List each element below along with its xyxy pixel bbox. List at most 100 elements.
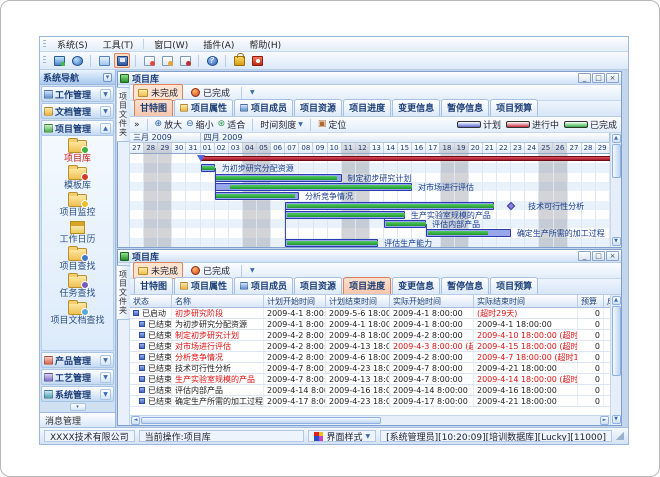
remote-computer-button[interactable]	[51, 53, 67, 68]
gantt-task-bar[interactable]	[285, 239, 378, 247]
sidebar-item-project-doc-find[interactable]: 项目文档查找	[42, 302, 113, 326]
filter-overflow-chevron-icon[interactable]: ▼	[250, 267, 255, 274]
pushpin-icon[interactable]: ▾	[103, 73, 112, 82]
tab-pause-info[interactable]: 暂停信息	[441, 277, 489, 294]
help-button[interactable]	[204, 53, 220, 68]
maximize-button[interactable]: □	[592, 73, 605, 83]
gantt-task-bar[interactable]	[285, 202, 494, 210]
doc-edit-button[interactable]	[159, 53, 175, 68]
sidebar-item-project-find[interactable]: 项目查找	[42, 248, 113, 272]
table-row[interactable]: 已结束对市场进行评估2009-4-2 8:00:002009-4-13 18:0…	[130, 341, 610, 352]
scroll-down-arrow[interactable]: ▼	[612, 237, 621, 246]
column-header-budget[interactable]: 预算	[578, 295, 604, 307]
tab-change-info[interactable]: 变更信息	[392, 99, 440, 116]
gantt-task-bar[interactable]	[201, 164, 215, 172]
scroll-up-arrow[interactable]: ▲	[612, 134, 621, 143]
scroll-up-arrow[interactable]: ▲	[612, 296, 621, 305]
maximize-button[interactable]: □	[592, 251, 605, 261]
tab-members[interactable]: 项目成员	[234, 99, 293, 116]
doc-delete-button[interactable]	[177, 53, 193, 68]
internet-button[interactable]	[69, 53, 85, 68]
column-header-plan_end[interactable]: 计划结束时间	[326, 295, 390, 307]
nav-group-project[interactable]: 项目管理▲	[41, 120, 114, 136]
tab-change-info[interactable]: 变更信息	[392, 277, 440, 294]
zoom-in-button[interactable]: ⊕放大	[155, 118, 183, 131]
tab-budget[interactable]: 项目预算	[490, 99, 538, 116]
tab-members[interactable]: 项目成员	[234, 277, 293, 294]
tab-budget[interactable]: 项目预算	[490, 277, 538, 294]
zoom-out-button[interactable]: ⊖缩小	[186, 118, 214, 131]
tab-progress[interactable]: 项目进度	[343, 99, 391, 116]
doc-new-button[interactable]	[141, 53, 157, 68]
tab-properties[interactable]: 项目属性	[174, 277, 233, 294]
tab-properties[interactable]: 项目属性	[174, 99, 233, 116]
scroll-left-arrow[interactable]: ◄	[131, 416, 140, 425]
nav-group-system[interactable]: 系统管理▼	[41, 386, 114, 402]
gantt-task-bar[interactable]	[384, 220, 426, 228]
project-folder-vertical-tab[interactable]: 项目文件夹	[117, 265, 131, 320]
close-button[interactable]: ×	[606, 73, 619, 83]
tab-progress[interactable]: 项目进度	[343, 277, 391, 294]
table-row[interactable]: 已结束制定初步研究计划2009-4-2 8:00:002009-4-8 18:0…	[130, 330, 610, 341]
resize-grip[interactable]	[616, 432, 624, 440]
nav-group-docs[interactable]: 文档管理▼	[41, 103, 114, 119]
chevron-down-icon[interactable]: ▼	[100, 89, 111, 100]
chevron-down-icon[interactable]: ▼	[100, 355, 111, 366]
sidebar-item-task-find[interactable]: 任务查找	[42, 275, 113, 299]
nav-group-craft[interactable]: 工艺管理▼	[41, 369, 114, 385]
table-row[interactable]: 已结束生产实验室规模的产品2009-4-7 8:00:002009-4-13 1…	[130, 374, 610, 385]
sidebar-item-template-library[interactable]: 模板库	[42, 167, 113, 191]
column-header-act_start[interactable]: 实际开始时间	[390, 295, 474, 307]
table-row[interactable]: 已结束技术可行性分析2009-4-7 8:00:002009-4-23 18:0…	[130, 363, 610, 374]
chevron-down-icon[interactable]: ▼	[100, 372, 111, 383]
table-row[interactable]: 已结束确定生产所需的加工过程2009-4-17 8:00:002009-4-23…	[130, 396, 610, 407]
gantt-task-bar[interactable]	[215, 192, 300, 200]
tab-resources[interactable]: 项目资源	[294, 277, 342, 294]
scroll-thumb[interactable]	[612, 144, 621, 178]
table-row[interactable]: 已结束评估内部产品2009-4-14 8:00:002009-4-16 18:0…	[130, 385, 610, 396]
save-button[interactable]	[114, 53, 130, 68]
gantt-vertical-scrollbar[interactable]: ▲ ▼	[610, 133, 621, 247]
exit-button[interactable]	[249, 53, 265, 68]
menu-item-window[interactable]: 窗口(W)	[147, 37, 195, 52]
nav-overflow-button[interactable]: ▾	[70, 403, 86, 411]
menu-item-help[interactable]: 帮助(H)	[242, 37, 288, 52]
sidebar-item-work-calendar[interactable]: 工作日历	[42, 221, 113, 245]
toolbar-grip[interactable]	[43, 56, 46, 65]
project-folder-vertical-tab[interactable]: 项目文件夹	[117, 87, 131, 142]
gantt-task-bar[interactable]	[215, 174, 342, 182]
chevron-down-icon[interactable]: ▼	[100, 389, 111, 400]
zoom-fit-button[interactable]: ⊛适合	[218, 118, 246, 131]
chevron-down-icon[interactable]: ▼	[100, 106, 111, 117]
minimize-button[interactable]: _	[578, 251, 591, 261]
gantt-task-bar[interactable]	[426, 229, 511, 237]
gantt-summary-bar[interactable]	[201, 156, 610, 161]
chevron-up-icon[interactable]: ▲	[100, 123, 111, 134]
gantt-task-bar[interactable]	[285, 211, 405, 219]
more-tools-button[interactable]: »	[134, 120, 140, 130]
table-row[interactable]: 已结束分析竞争情况2009-4-2 8:00:002009-4-6 18:00:…	[130, 352, 610, 363]
nav-group-product[interactable]: 产品管理▼	[41, 352, 114, 368]
column-header-act_end[interactable]: 实际结束时间	[474, 295, 578, 307]
lock-button[interactable]	[231, 53, 247, 68]
scroll-thumb[interactable]	[141, 417, 381, 424]
close-button[interactable]: ×	[606, 251, 619, 261]
scroll-right-arrow[interactable]: ►	[600, 416, 609, 425]
menu-item-system[interactable]: 系统(S)	[50, 37, 95, 52]
table-row[interactable]: 已启动初步研究阶段2009-4-1 8:00:002009-5-6 18:00:…	[130, 308, 610, 319]
open-folder-button[interactable]	[96, 53, 112, 68]
column-header-name[interactable]: 名称	[172, 295, 264, 307]
sidebar-item-project-monitor[interactable]: 项目监控	[42, 194, 113, 218]
minimize-button[interactable]: _	[578, 73, 591, 83]
sidebar-tab-message-management[interactable]: 消息管理	[40, 412, 115, 427]
nav-group-work[interactable]: 工作管理▼	[41, 86, 114, 102]
gantt-task-bar[interactable]	[215, 183, 413, 191]
table-row[interactable]: 已结束为初步研究分配资源2009-4-1 8:00:002009-4-1 18:…	[130, 319, 610, 330]
scroll-down-arrow[interactable]: ▼	[612, 415, 621, 424]
filter-overflow-chevron-icon[interactable]: ▼	[250, 89, 255, 96]
tab-resources[interactable]: 项目资源	[294, 99, 342, 116]
column-header-status[interactable]: 状态	[130, 295, 172, 307]
table-vertical-scrollbar[interactable]: ▲ ▼	[610, 295, 621, 425]
locate-button[interactable]: ▣定位	[318, 118, 347, 131]
tab-gantt[interactable]: 甘特图	[134, 99, 173, 116]
